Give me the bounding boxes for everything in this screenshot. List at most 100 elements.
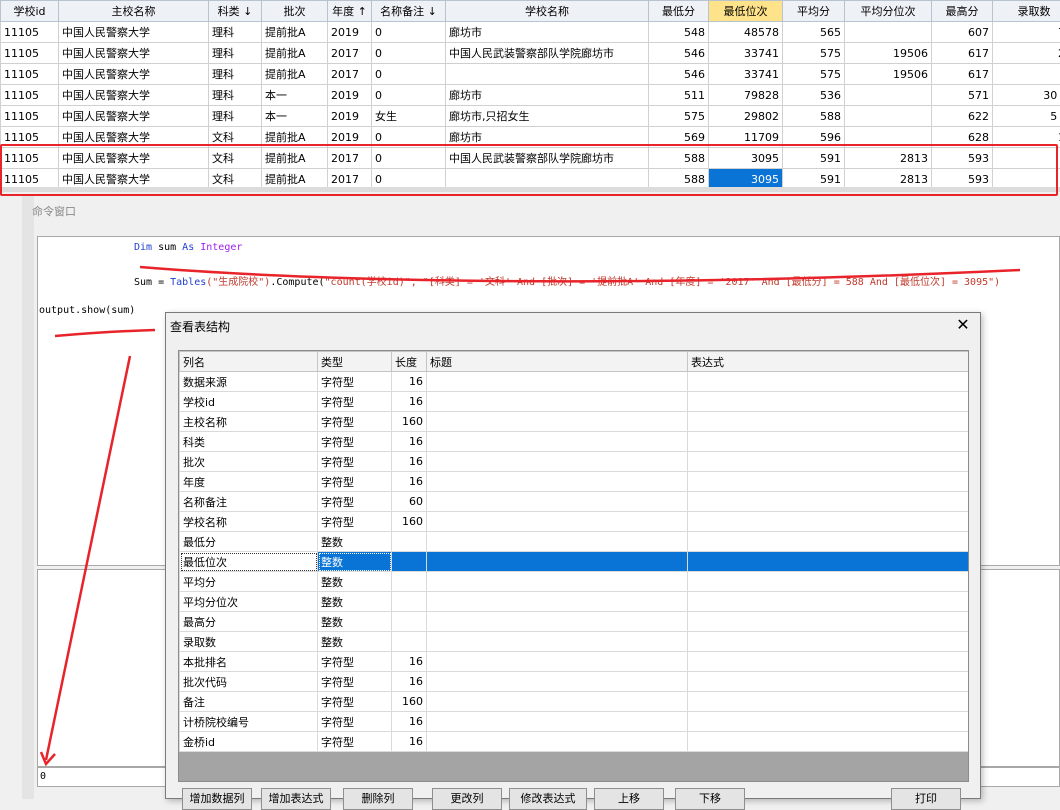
table-row[interactable]: 11105中国人民警察大学理科本一2019女生廊坊市,只招女生575298025… — [1, 106, 1060, 127]
field-cell[interactable] — [392, 592, 427, 612]
grid-cell[interactable]: 提前批A — [262, 64, 328, 85]
field-column-header[interactable]: 列名 — [180, 352, 318, 372]
field-cell[interactable]: 整数 — [318, 592, 392, 612]
field-cell[interactable]: 主校名称 — [180, 412, 318, 432]
grid-cell[interactable]: 575 — [649, 106, 709, 127]
grid-column-header[interactable]: 名称备注 ↓ — [372, 1, 446, 22]
field-cell[interactable]: 字符型 — [318, 452, 392, 472]
grid-cell[interactable]: 理科 — [209, 43, 262, 64]
grid-cell[interactable]: 女生 — [372, 106, 446, 127]
field-cell[interactable] — [688, 372, 969, 392]
field-cell[interactable]: 16 — [392, 652, 427, 672]
grid-cell[interactable]: 29802 — [709, 106, 783, 127]
field-cell[interactable] — [427, 692, 688, 712]
list-item[interactable]: 主校名称字符型160 — [180, 412, 969, 432]
field-cell[interactable]: 160 — [392, 512, 427, 532]
field-cell[interactable] — [427, 712, 688, 732]
field-cell[interactable]: 数据来源 — [180, 372, 318, 392]
list-item[interactable]: 平均分整数 — [180, 572, 969, 592]
list-item[interactable]: 金桥id字符型16 — [180, 732, 969, 752]
field-cell[interactable]: 16 — [392, 392, 427, 412]
dialog-button[interactable]: 下移 — [675, 788, 745, 810]
field-cell[interactable]: 批次代码 — [180, 672, 318, 692]
field-cell[interactable]: 字符型 — [318, 692, 392, 712]
grid-column-header[interactable]: 最低分 — [649, 1, 709, 22]
field-cell[interactable] — [688, 512, 969, 532]
field-cell[interactable]: 字符型 — [318, 512, 392, 532]
field-cell[interactable]: 字符型 — [318, 672, 392, 692]
grid-cell[interactable]: 607 — [932, 22, 993, 43]
field-cell[interactable]: 整数 — [318, 552, 392, 572]
field-cell[interactable]: 录取数 — [180, 632, 318, 652]
dialog-button[interactable]: 增加表达式 — [261, 788, 331, 810]
dialog-button[interactable]: 上移 — [594, 788, 664, 810]
field-cell[interactable] — [427, 472, 688, 492]
grid-cell[interactable]: 575 — [783, 43, 845, 64]
field-cell[interactable] — [427, 612, 688, 632]
table-row[interactable]: 11105中国人民警察大学理科提前批A201705463374157519506… — [1, 64, 1060, 85]
field-cell[interactable]: 16 — [392, 472, 427, 492]
field-cell[interactable]: 整数 — [318, 612, 392, 632]
grid-cell[interactable]: 5 2( — [993, 106, 1060, 127]
field-cell[interactable]: 金桥id — [180, 732, 318, 752]
field-cell[interactable]: 字符型 — [318, 412, 392, 432]
field-cell[interactable] — [427, 732, 688, 752]
field-cell[interactable]: 字符型 — [318, 432, 392, 452]
grid-column-header[interactable]: 主校名称 — [59, 1, 209, 22]
grid-cell[interactable]: 理科 — [209, 85, 262, 106]
field-cell[interactable]: 16 — [392, 672, 427, 692]
grid-cell[interactable]: 中国人民警察大学 — [59, 43, 209, 64]
field-cell[interactable] — [427, 572, 688, 592]
grid-cell[interactable]: 2019 — [328, 85, 372, 106]
grid-cell[interactable]: 79828 — [709, 85, 783, 106]
grid-cell[interactable]: 536 — [783, 85, 845, 106]
grid-cell[interactable]: 511 — [649, 85, 709, 106]
field-cell[interactable]: 科类 — [180, 432, 318, 452]
list-item[interactable]: 批次代码字符型16 — [180, 672, 969, 692]
field-cell[interactable] — [688, 532, 969, 552]
field-cell[interactable] — [392, 612, 427, 632]
close-icon[interactable]: ✕ — [954, 316, 972, 334]
dialog-button[interactable]: 更改列 — [432, 788, 502, 810]
list-item[interactable]: 本批排名字符型16 — [180, 652, 969, 672]
list-item[interactable]: 平均分位次整数 — [180, 592, 969, 612]
grid-column-header[interactable]: 科类 ↓ — [209, 1, 262, 22]
field-list-grid[interactable]: 列名类型长度标题表达式 数据来源字符型16学校id字符型16主校名称字符型160… — [178, 350, 969, 782]
field-cell[interactable] — [688, 432, 969, 452]
grid-cell[interactable]: 588 — [783, 106, 845, 127]
grid-column-header[interactable]: 录取数 — [993, 1, 1060, 22]
dialog-button[interactable]: 打印 — [891, 788, 961, 810]
field-cell[interactable]: 160 — [392, 692, 427, 712]
grid-cell[interactable]: 77 — [993, 22, 1060, 43]
field-cell[interactable]: 名称备注 — [180, 492, 318, 512]
field-cell[interactable] — [392, 552, 427, 572]
field-cell[interactable] — [688, 732, 969, 752]
list-item[interactable]: 科类字符型16 — [180, 432, 969, 452]
grid-cell[interactable]: 廊坊市 — [446, 22, 649, 43]
field-cell[interactable] — [688, 412, 969, 432]
field-cell[interactable]: 学校id — [180, 392, 318, 412]
grid-cell[interactable]: 546 — [649, 64, 709, 85]
list-item[interactable]: 数据来源字符型16 — [180, 372, 969, 392]
grid-column-header[interactable]: 平均分 — [783, 1, 845, 22]
field-cell[interactable]: 60 — [392, 492, 427, 512]
field-cell[interactable] — [688, 552, 969, 572]
grid-column-header[interactable]: 学校id — [1, 1, 59, 22]
grid-cell[interactable]: 2017 — [328, 43, 372, 64]
grid-cell[interactable]: 11105 — [1, 22, 59, 43]
field-cell[interactable] — [688, 452, 969, 472]
dialog-button[interactable]: 删除列 — [343, 788, 413, 810]
field-cell[interactable]: 最高分 — [180, 612, 318, 632]
grid-cell[interactable]: 546 — [649, 43, 709, 64]
field-cell[interactable]: 最低分 — [180, 532, 318, 552]
field-cell[interactable] — [688, 492, 969, 512]
grid-cell[interactable] — [845, 106, 932, 127]
table-row[interactable]: 11105中国人民警察大学理科本一20190廊坊市511798285365713… — [1, 85, 1060, 106]
field-cell[interactable]: 年度 — [180, 472, 318, 492]
field-cell[interactable] — [688, 712, 969, 732]
field-cell[interactable]: 本批排名 — [180, 652, 318, 672]
grid-column-header[interactable]: 最低位次 — [709, 1, 783, 22]
grid-cell[interactable]: 本一 — [262, 85, 328, 106]
grid-cell[interactable]: 33741 — [709, 64, 783, 85]
list-item[interactable]: 备注字符型160 — [180, 692, 969, 712]
